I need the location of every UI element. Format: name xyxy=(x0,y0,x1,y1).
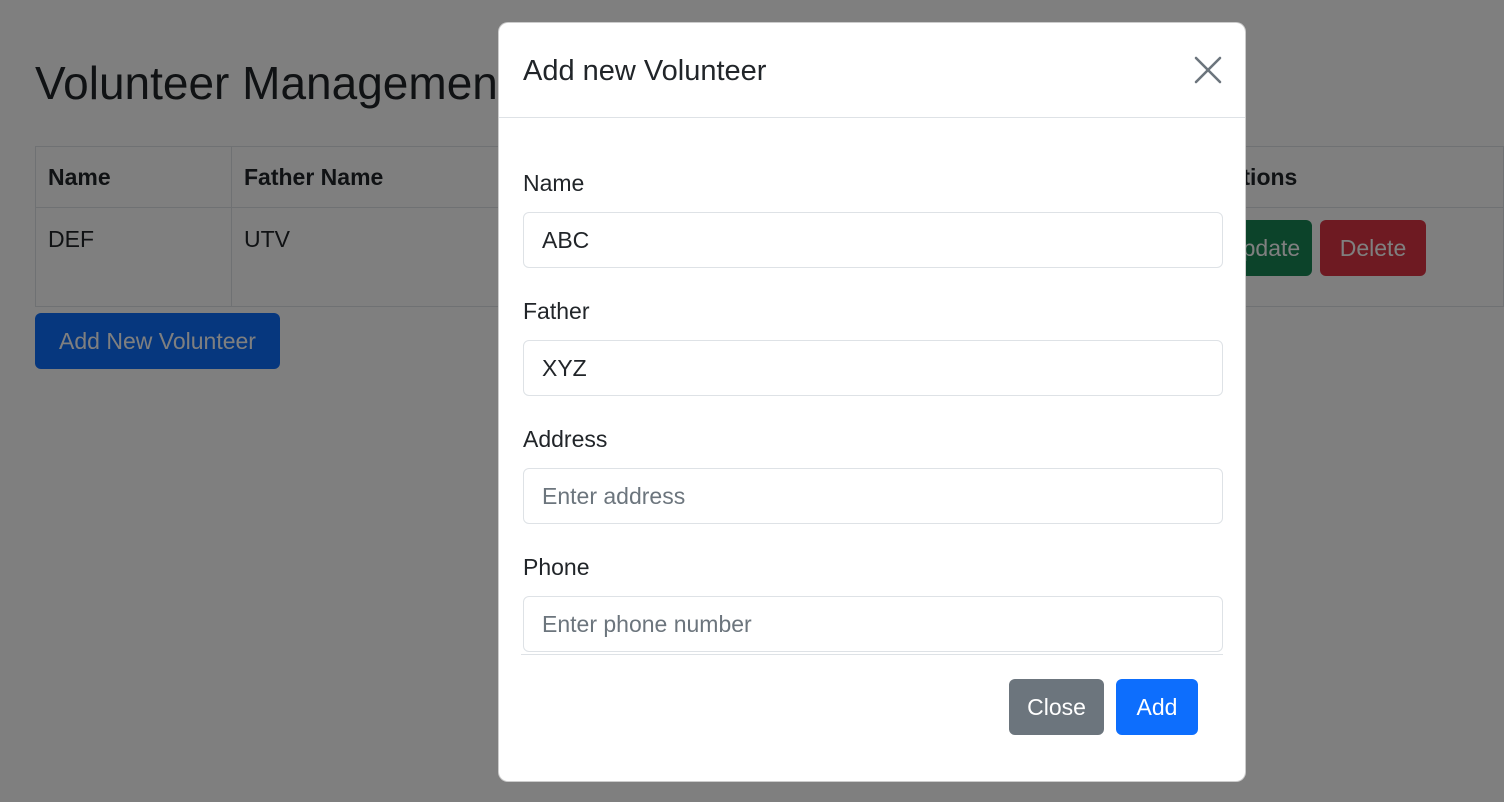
modal-header: Add new Volunteer xyxy=(499,23,1245,118)
father-input[interactable] xyxy=(523,340,1223,396)
name-input[interactable] xyxy=(523,212,1223,268)
phone-input[interactable] xyxy=(523,596,1223,652)
close-icon[interactable] xyxy=(1193,55,1223,85)
modal-title: Add new Volunteer xyxy=(523,55,767,87)
add-volunteer-modal: Add new Volunteer Name Father Address Ph… xyxy=(498,22,1246,782)
address-input[interactable] xyxy=(523,468,1223,524)
phone-label: Phone xyxy=(523,554,590,580)
add-button[interactable]: Add xyxy=(1116,679,1198,735)
address-label: Address xyxy=(523,426,608,452)
name-label: Name xyxy=(523,170,585,196)
father-label: Father xyxy=(523,298,590,324)
modal-divider xyxy=(521,654,1223,655)
close-button[interactable]: Close xyxy=(1009,679,1104,735)
